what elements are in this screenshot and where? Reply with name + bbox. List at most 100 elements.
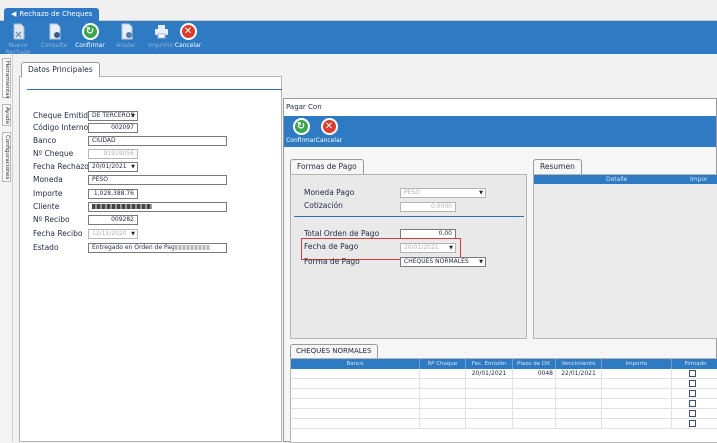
firmado-checkbox[interactable] bbox=[689, 410, 696, 417]
cell-emision[interactable] bbox=[466, 399, 513, 409]
total-orden-label: Total Orden de Pago bbox=[304, 229, 380, 238]
col-plazo-dif[interactable]: Plazo de Dif. bbox=[513, 359, 556, 369]
table-row[interactable]: 20/01/2021 0048 22/01/2021 bbox=[291, 369, 717, 379]
app-tab-label: Rechazo de Cheques bbox=[19, 10, 93, 18]
col-vencimiento[interactable]: Vencimiento bbox=[556, 359, 602, 369]
consulta-button[interactable]: Consulta bbox=[36, 23, 72, 49]
cell-emision[interactable] bbox=[466, 419, 513, 429]
confirmar-button[interactable]: ↻ Confirmar bbox=[72, 23, 108, 49]
resumen-panel: Detalle Impor bbox=[533, 174, 717, 339]
cell-banco[interactable] bbox=[291, 409, 420, 419]
banco-label: Banco bbox=[33, 136, 57, 145]
table-row[interactable] bbox=[291, 389, 717, 399]
sidebar-tab-herramientas[interactable]: Herramientas bbox=[2, 58, 11, 98]
cell-importe[interactable] bbox=[602, 389, 672, 399]
cancelar-button[interactable]: ✕ Cancelar bbox=[170, 23, 206, 49]
col-fec-emision[interactable]: Fec. Emisión bbox=[466, 359, 513, 369]
confirm-icon: ↻ bbox=[292, 118, 310, 135]
codigo-interno-field[interactable]: 002097 bbox=[88, 123, 138, 133]
cell-importe[interactable] bbox=[602, 369, 672, 379]
col-importe[interactable]: Importe bbox=[602, 359, 672, 369]
cell-importe[interactable] bbox=[602, 379, 672, 389]
cell-vencimiento[interactable] bbox=[556, 419, 602, 429]
dialog-confirm-button[interactable]: ↻ Confirmar bbox=[286, 118, 316, 144]
tab-resumen[interactable]: Resumen bbox=[533, 159, 582, 174]
tab-formas-de-pago[interactable]: Formas de Pago bbox=[290, 159, 364, 174]
forma-pago-select[interactable]: CHEQUES NORMALES bbox=[400, 257, 486, 267]
tab-cheques-normales[interactable]: CHEQUES NORMALES bbox=[290, 344, 378, 358]
moneda-field[interactable]: PESO bbox=[88, 175, 227, 185]
table-row[interactable] bbox=[291, 409, 717, 419]
new-document-icon bbox=[13, 23, 24, 40]
cell-banco[interactable] bbox=[291, 419, 420, 429]
fecha-recibo-datepicker[interactable]: 12/11/2020 bbox=[88, 229, 138, 239]
cell-emision[interactable] bbox=[466, 409, 513, 419]
fecha-pago-datepicker[interactable]: 20/01/2021 bbox=[400, 243, 456, 253]
table-row[interactable] bbox=[291, 379, 717, 389]
cell-banco[interactable] bbox=[291, 389, 420, 399]
table-row[interactable] bbox=[291, 419, 717, 429]
window-tab-strip: ◀ Rechazo de Cheques bbox=[0, 0, 717, 21]
estado-field[interactable]: Entregado en Orden de Pag bbox=[88, 243, 227, 253]
cheque-emitido-select[interactable]: DE TERCEROS bbox=[88, 111, 138, 121]
nro-cheque-field[interactable]: 91919056 bbox=[88, 149, 138, 159]
firmado-checkbox[interactable] bbox=[689, 390, 696, 397]
cell-emision[interactable] bbox=[466, 379, 513, 389]
col-nro-cheque[interactable]: Nº Cheque bbox=[420, 359, 466, 369]
cell-plazo[interactable] bbox=[513, 399, 556, 409]
cliente-field[interactable] bbox=[88, 202, 227, 212]
cell-banco[interactable] bbox=[291, 379, 420, 389]
banco-field[interactable]: CIUDAD bbox=[88, 136, 227, 146]
cell-plazo[interactable] bbox=[513, 409, 556, 419]
app-tab-rechazo[interactable]: ◀ Rechazo de Cheques bbox=[4, 8, 100, 21]
dialog-cancel-button[interactable]: ✕ Cancelar bbox=[314, 118, 344, 144]
cell-nro[interactable] bbox=[420, 409, 466, 419]
nro-recibo-field[interactable]: 009282 bbox=[88, 215, 138, 225]
cell-nro[interactable] bbox=[420, 399, 466, 409]
forma-pago-label: Forma de Pago bbox=[304, 257, 360, 266]
cell-banco[interactable] bbox=[291, 369, 420, 379]
cell-vencimiento[interactable] bbox=[556, 399, 602, 409]
cancelar-label: Cancelar bbox=[174, 42, 202, 49]
cheques-table: Banco Nº Cheque Fec. Emisión Plazo de Di… bbox=[290, 358, 717, 443]
cell-banco[interactable] bbox=[291, 399, 420, 409]
cheque-emitido-label: Cheque Emitido bbox=[33, 111, 93, 120]
anular-button[interactable]: Anular bbox=[108, 23, 144, 49]
col-banco[interactable]: Banco bbox=[291, 359, 420, 369]
cell-vencimiento[interactable] bbox=[556, 389, 602, 399]
importe-field[interactable]: 1,028,388.76 bbox=[88, 189, 138, 199]
sidebar-tab-ayuda[interactable]: Ayuda bbox=[2, 104, 11, 126]
cotizacion-field[interactable]: 0,0000 bbox=[400, 202, 456, 212]
cell-vencimiento[interactable] bbox=[556, 409, 602, 419]
cell-importe[interactable] bbox=[602, 409, 672, 419]
cell-nro[interactable] bbox=[420, 419, 466, 429]
cell-emision[interactable] bbox=[466, 389, 513, 399]
cell-emision[interactable]: 20/01/2021 bbox=[466, 369, 513, 379]
firmado-checkbox[interactable] bbox=[689, 370, 696, 377]
moneda-pago-select[interactable]: PESO bbox=[400, 188, 486, 198]
cell-plazo[interactable] bbox=[513, 419, 556, 429]
firmado-checkbox[interactable] bbox=[689, 420, 696, 427]
cell-nro[interactable] bbox=[420, 389, 466, 399]
cell-vencimiento[interactable]: 22/01/2021 bbox=[556, 369, 602, 379]
cell-importe[interactable] bbox=[602, 419, 672, 429]
table-row[interactable] bbox=[291, 399, 717, 409]
redacted-client-name bbox=[92, 204, 152, 209]
cell-nro[interactable] bbox=[420, 379, 466, 389]
cell-plazo[interactable] bbox=[513, 379, 556, 389]
cell-nro[interactable] bbox=[420, 369, 466, 379]
fecha-rechazo-datepicker[interactable]: 20/01/2021 bbox=[88, 162, 138, 172]
cell-importe[interactable] bbox=[602, 399, 672, 409]
back-arrow-icon: ◀ bbox=[11, 10, 17, 18]
tab-datos-principales[interactable]: Datos Principales bbox=[21, 62, 100, 77]
cell-plazo[interactable]: 0048 bbox=[513, 369, 556, 379]
firmado-checkbox[interactable] bbox=[689, 400, 696, 407]
cancel-icon: ✕ bbox=[179, 23, 197, 40]
new-rechazo-button[interactable]: Nuevo Rechazo bbox=[0, 23, 36, 56]
sidebar-tab-configuraciones[interactable]: Configuraciones bbox=[2, 132, 11, 182]
cell-vencimiento[interactable] bbox=[556, 379, 602, 389]
col-firmado[interactable]: Firmado bbox=[672, 359, 717, 369]
cell-plazo[interactable] bbox=[513, 389, 556, 399]
query-document-icon bbox=[49, 23, 60, 40]
firmado-checkbox[interactable] bbox=[689, 380, 696, 387]
